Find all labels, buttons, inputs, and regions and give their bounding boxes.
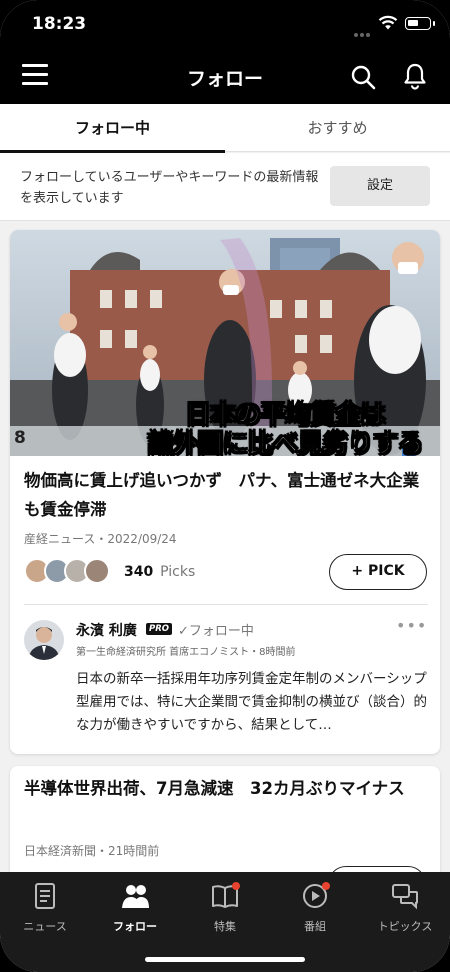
tab-following-label: フォロー中 [74, 119, 150, 137]
commenter-name[interactable]: 永濱 利廣 [76, 620, 137, 640]
page-title: フォロー [186, 68, 263, 90]
people-icon [120, 882, 150, 910]
tab-recommended-label: おすすめ [307, 119, 368, 137]
nav-programs-label: 番組 [304, 920, 326, 933]
picks-count[interactable]: 340 Picks [124, 564, 195, 580]
pro-badge: PRO [146, 623, 173, 635]
tab-following[interactable]: フォロー中 [0, 104, 225, 153]
nav-follow-label: フォロー [113, 920, 157, 933]
play-icon [300, 882, 330, 910]
info-bar: フォローしているユーザーやキーワードの最新情報を表示しています 設定 [0, 153, 450, 221]
nav-topics[interactable]: トピックス [360, 882, 450, 934]
picks-number: 340 [124, 564, 154, 580]
article-headline[interactable]: 物価高に賃上げ追いつかず パナ、富士通ゼネ大企業も賃金停滞 [24, 466, 428, 524]
home-indicator[interactable] [145, 957, 305, 962]
article-image[interactable]: 8 日本の平均賃金は 諸外国に比べ見劣りする [10, 230, 440, 456]
comment[interactable]: 永濱 利廣 PRO ✓フォロー中 ••• 第一生命経済研究所 首席エコノミスト・… [24, 616, 428, 746]
signal-icon [354, 22, 376, 56]
picks-row: 340 Picks + PICK [24, 554, 428, 592]
app-header: フォロー [0, 48, 450, 104]
nav-features[interactable]: 特集 [180, 882, 270, 934]
article-card[interactable]: 8 日本の平均賃金は 諸外国に比べ見劣りする 物価高に賃上げ追いつかず パナ、富… [10, 230, 440, 754]
article-source: 日本経済新聞・21時間前 [24, 844, 160, 858]
info-text: フォローしているユーザーやキーワードの最新情報を表示しています [20, 170, 319, 206]
book-icon [210, 882, 240, 910]
chat-icon [390, 882, 420, 910]
divider [24, 604, 428, 605]
battery-icon [405, 17, 435, 30]
picks-label: Picks [160, 564, 196, 580]
picker-avatars[interactable] [24, 558, 120, 588]
nav-features-label: 特集 [214, 920, 236, 933]
avatar [84, 558, 110, 584]
nav-news-label: ニュース [23, 920, 67, 933]
pick-button[interactable]: + PICK [329, 554, 427, 590]
status-bar: 18:23 [0, 0, 450, 56]
commenter-affiliation: 第一生命経済研究所 首席エコノミスト・8時間前 [76, 647, 296, 658]
comment-body[interactable]: 日本の新卒一括採用年功序列賃金定年制のメンバーシップ型雇用では、特に大企業間で賃… [76, 668, 428, 737]
status-time: 18:23 [32, 14, 87, 34]
wifi-icon [378, 15, 398, 30]
commenter-avatar[interactable] [24, 620, 64, 660]
notification-badge [322, 882, 330, 890]
phone-screen: 18:23 フォロー フォロー中 おすすめ フォローしているユーザーやキーワード… [0, 0, 450, 972]
search-icon[interactable] [350, 64, 376, 90]
follow-status[interactable]: ✓フォロー中 [178, 620, 254, 639]
article-headline[interactable]: 半導体世界出荷、7月急減速 32カ月ぶりマイナス [24, 774, 428, 803]
image-caption: 日本の平均賃金は 諸外国に比べ見劣りする [147, 400, 424, 457]
tab-bar: フォロー中 おすすめ [0, 104, 450, 153]
notification-badge [232, 882, 240, 890]
article-source: 産経ニュース・2022/09/24 [24, 532, 177, 546]
chart-label: 8 [14, 428, 26, 448]
settings-button[interactable]: 設定 [330, 166, 430, 206]
nav-news[interactable]: ニュース [0, 882, 90, 934]
nav-follow[interactable]: フォロー [90, 882, 180, 934]
more-options-icon[interactable]: ••• [396, 616, 427, 635]
tab-recommended[interactable]: おすすめ [225, 104, 450, 152]
news-icon [30, 882, 60, 910]
bell-icon[interactable] [402, 62, 428, 90]
nav-topics-label: トピックス [377, 920, 433, 933]
nav-programs[interactable]: 番組 [270, 882, 360, 934]
